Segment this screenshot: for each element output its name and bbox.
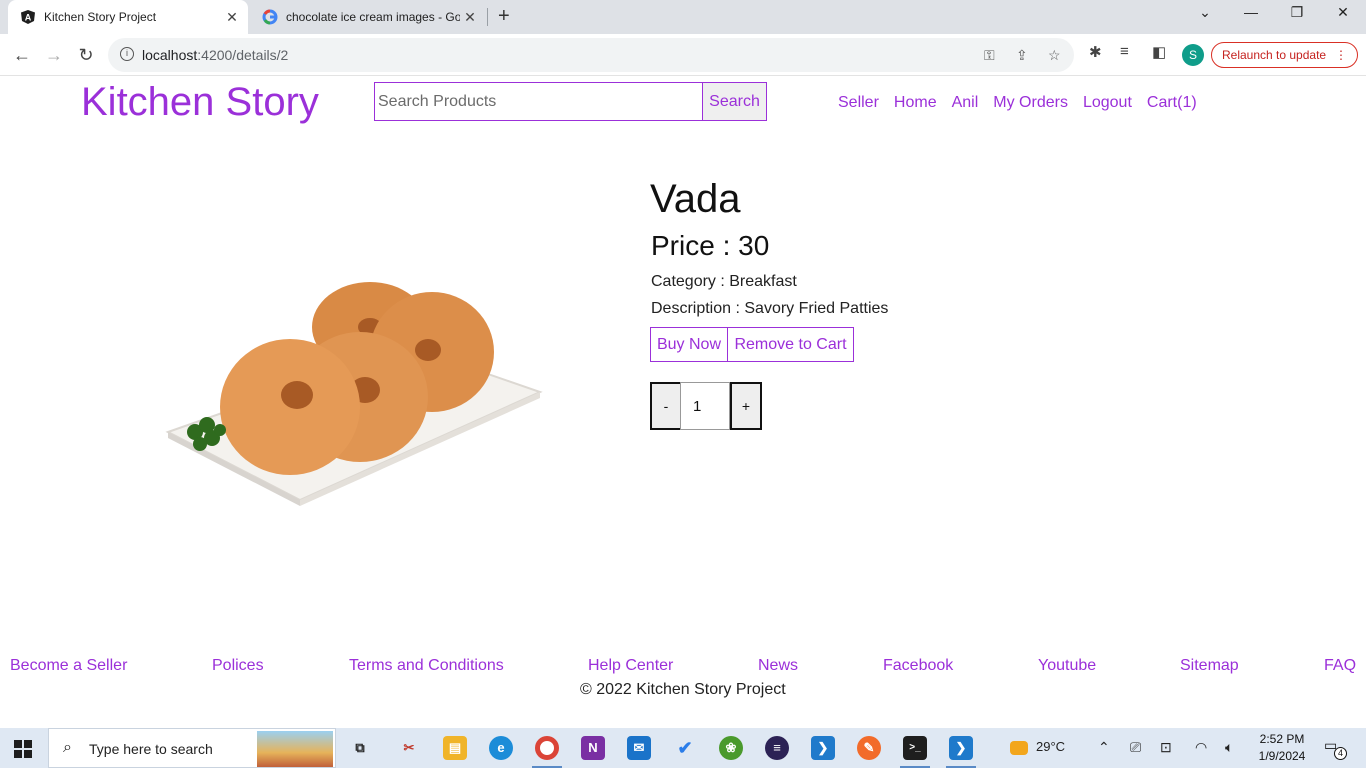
- security-alert-icon[interactable]: ⊡: [1160, 739, 1172, 756]
- taskbar-search-box[interactable]: ⌕ Type here to search: [48, 728, 336, 768]
- remove-from-cart-button[interactable]: Remove to Cart: [727, 327, 854, 362]
- reload-icon[interactable]: ↻: [74, 43, 98, 67]
- profile-avatar[interactable]: S: [1182, 44, 1204, 66]
- quantity-input[interactable]: [680, 382, 730, 430]
- quantity-decrement-button[interactable]: -: [650, 382, 682, 430]
- footer-link-facebook[interactable]: Facebook: [883, 657, 953, 675]
- close-icon[interactable]: ✕: [460, 9, 480, 26]
- weather-icon: [1010, 740, 1028, 755]
- nav-cart[interactable]: Cart(1): [1147, 94, 1197, 112]
- copyright-text: © 2022 Kitchen Story Project: [580, 681, 786, 698]
- relaunch-button[interactable]: Relaunch to update ⋮: [1211, 42, 1358, 68]
- main-nav: Seller Home Anil My Orders Logout Cart(1…: [838, 94, 1212, 112]
- address-bar[interactable]: i localhost:4200/details/2 ⚿ ⇪ ☆: [108, 38, 1074, 72]
- eclipse-icon[interactable]: ≡: [765, 736, 789, 760]
- site-info-icon[interactable]: i: [120, 47, 134, 61]
- footer-link-help-center[interactable]: Help Center: [588, 657, 673, 675]
- google-icon: [262, 9, 278, 25]
- quantity-increment-button[interactable]: +: [730, 382, 762, 430]
- vscode-icon[interactable]: ❯: [811, 736, 835, 760]
- file-explorer-icon[interactable]: ▤: [443, 736, 467, 760]
- spring-tool-icon[interactable]: ❀: [719, 736, 743, 760]
- wifi-icon[interactable]: ◠: [1195, 739, 1207, 756]
- tab-title: chocolate ice cream images - Go: [286, 10, 460, 24]
- tab-google-search[interactable]: chocolate ice cream images - Go ✕: [250, 0, 486, 34]
- footer-link-become-seller[interactable]: Become a Seller: [10, 657, 127, 675]
- clock-date: 1/9/2024: [1258, 749, 1306, 763]
- minimize-icon[interactable]: —: [1228, 4, 1274, 20]
- tab-kitchen-story[interactable]: A Kitchen Story Project ✕: [8, 0, 248, 34]
- weather-temperature: 29°C: [1036, 739, 1066, 754]
- nav-home[interactable]: Home: [894, 94, 937, 112]
- snipping-tool-icon[interactable]: ✂: [397, 736, 421, 760]
- url-host: localhost: [142, 47, 198, 63]
- mail-icon[interactable]: ✉: [627, 736, 651, 760]
- product-category: Category : Breakfast: [651, 273, 797, 290]
- weather-widget[interactable]: 29°C: [1010, 739, 1065, 755]
- terminal-icon[interactable]: >_: [903, 736, 927, 760]
- onenote-icon[interactable]: N: [581, 736, 605, 760]
- relaunch-label: Relaunch to update: [1222, 48, 1327, 62]
- back-arrow-icon[interactable]: ←: [10, 43, 34, 67]
- meet-now-icon[interactable]: ⎚: [1130, 739, 1141, 756]
- more-icon: ⋮: [1335, 48, 1347, 62]
- search-highlight-image: [257, 731, 333, 767]
- star-icon[interactable]: ☆: [1048, 47, 1061, 64]
- chevron-up-icon[interactable]: ⌃: [1098, 739, 1110, 756]
- search-input[interactable]: [374, 82, 703, 121]
- search-icon: ⌕: [63, 739, 72, 756]
- footer-link-sitemap[interactable]: Sitemap: [1180, 657, 1239, 675]
- window-close-icon[interactable]: ✕: [1320, 4, 1366, 21]
- nav-logout[interactable]: Logout: [1083, 94, 1132, 112]
- forward-arrow-icon[interactable]: →: [42, 43, 66, 67]
- tab-search-chevron-icon[interactable]: ⌄: [1182, 4, 1228, 21]
- angular-icon: A: [20, 9, 36, 25]
- windows-taskbar: ⌕ Type here to search ⧉ ✂ ▤ e N ✉ ✔ ❀ ≡ …: [0, 728, 1366, 768]
- product-name: Vada: [650, 177, 741, 221]
- url-text[interactable]: localhost:4200/details/2: [142, 47, 288, 63]
- chrome-icon[interactable]: [535, 736, 559, 760]
- tab-title: Kitchen Story Project: [44, 10, 157, 24]
- windows-start-icon[interactable]: [14, 740, 32, 758]
- buy-now-button[interactable]: Buy Now: [650, 327, 728, 362]
- volume-icon[interactable]: 🔈︎: [1225, 739, 1233, 756]
- tab-separator: [487, 8, 488, 26]
- footer-link-faq[interactable]: FAQ: [1324, 657, 1356, 675]
- notification-icon[interactable]: ▭ 4: [1324, 737, 1347, 760]
- svg-text:A: A: [25, 13, 32, 23]
- nav-user[interactable]: Anil: [952, 94, 979, 112]
- browser-tab-bar: A Kitchen Story Project ✕ chocolate ice …: [0, 0, 1366, 34]
- product-image: [165, 282, 543, 506]
- reading-list-icon[interactable]: ≡: [1120, 43, 1129, 60]
- browser-toolbar: ← → ↻ i localhost:4200/details/2 ⚿ ⇪ ☆ ✱…: [0, 34, 1366, 76]
- system-clock[interactable]: 2:52 PM 1/9/2024: [1256, 731, 1308, 765]
- nav-my-orders[interactable]: My Orders: [993, 94, 1068, 112]
- vscode-icon[interactable]: ❯: [949, 736, 973, 760]
- postman-icon[interactable]: ✎: [857, 736, 881, 760]
- footer-link-terms[interactable]: Terms and Conditions: [349, 657, 504, 675]
- key-icon[interactable]: ⚿: [984, 47, 995, 64]
- search-button[interactable]: Search: [702, 82, 767, 121]
- notification-badge: 4: [1334, 747, 1347, 760]
- product-price: Price : 30: [651, 230, 770, 261]
- taskbar-search-placeholder: Type here to search: [89, 741, 213, 757]
- close-icon[interactable]: ✕: [222, 9, 242, 26]
- footer-link-policies[interactable]: Polices: [212, 657, 264, 675]
- clock-time: 2:52 PM: [1259, 732, 1305, 746]
- extensions-icon[interactable]: ✱: [1089, 43, 1102, 61]
- share-icon[interactable]: ⇪: [1016, 47, 1028, 64]
- new-tab-icon[interactable]: +: [498, 5, 510, 28]
- todo-icon[interactable]: ✔: [673, 736, 697, 760]
- product-description: Description : Savory Fried Patties: [651, 300, 889, 317]
- restore-icon[interactable]: ❐: [1274, 4, 1320, 21]
- footer-link-news[interactable]: News: [758, 657, 798, 675]
- page-content: Kitchen Story Search Seller Home Anil My…: [0, 77, 1366, 728]
- url-path: :4200/details/2: [197, 47, 289, 63]
- task-view-icon[interactable]: ⧉: [348, 736, 372, 760]
- edge-icon[interactable]: e: [489, 736, 513, 760]
- brand-title[interactable]: Kitchen Story: [81, 80, 319, 125]
- footer-link-youtube[interactable]: Youtube: [1038, 657, 1096, 675]
- side-panel-icon[interactable]: ◧: [1152, 43, 1166, 61]
- nav-seller[interactable]: Seller: [838, 94, 879, 112]
